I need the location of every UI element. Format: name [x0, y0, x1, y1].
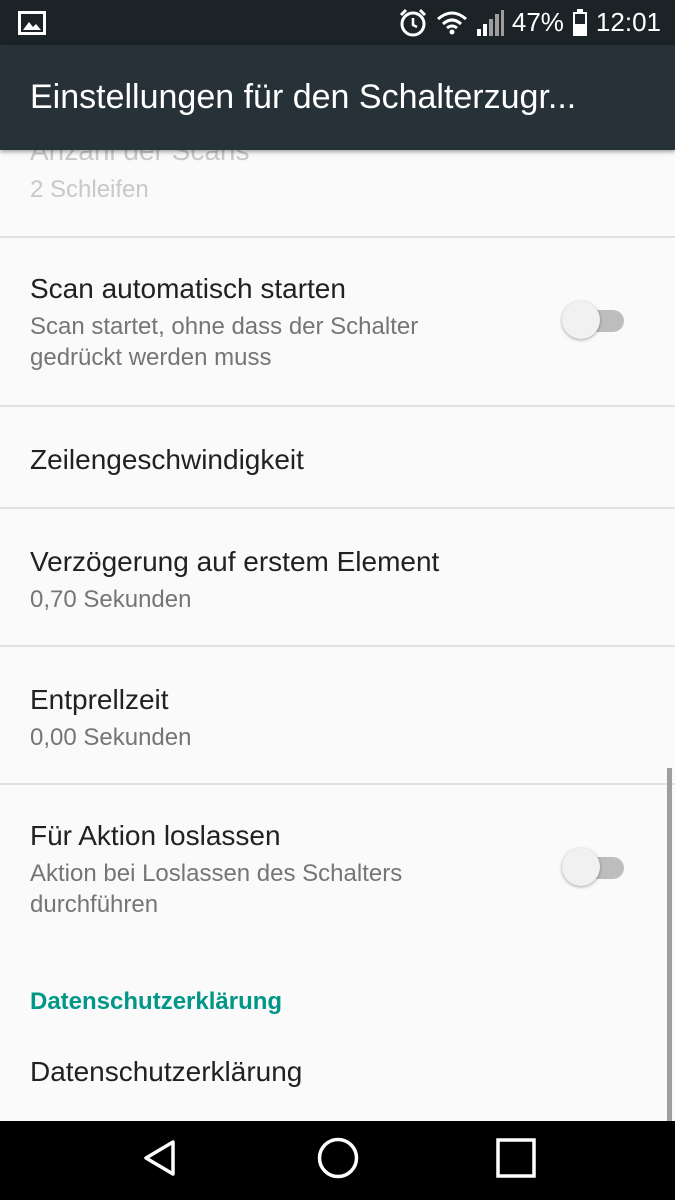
pref-action-on-release-title: Für Aktion loslassen [30, 820, 281, 851]
settings-list[interactable]: Anzahl der Scans 2 Schleifen Scan automa… [0, 150, 675, 1121]
battery-icon [572, 8, 588, 37]
home-button[interactable] [288, 1121, 388, 1200]
battery-percent: 47% [511, 7, 564, 37]
pref-privacy-policy[interactable]: Datenschutzerklärung [0, 1030, 675, 1121]
pref-first-item-delay-summary: 0,70 Sekunden [30, 586, 192, 613]
pref-action-on-release-summary: Aktion bei Loslassen des Schalters durch… [30, 860, 403, 918]
pref-auto-start[interactable]: Scan automatisch starten Scan startet, o… [0, 238, 675, 406]
pref-first-item-delay-title: Verzögerung auf erstem Element [30, 546, 440, 577]
pref-action-on-release[interactable]: Für Aktion loslassen Aktion bei Loslasse… [0, 785, 675, 955]
scrollbar[interactable] [667, 768, 672, 1121]
pref-scan-count-summary: 2 Schleifen [30, 176, 149, 203]
status-bar: 47% 12:01 [0, 0, 675, 45]
wifi-icon [436, 10, 468, 36]
pref-scan-count-title: Anzahl der Scans [30, 150, 250, 166]
pref-scan-count[interactable]: Anzahl der Scans 2 Schleifen [0, 150, 675, 237]
signal-icon [476, 9, 504, 37]
recents-icon [496, 1138, 536, 1183]
pref-debounce-title: Entprellzeit [30, 684, 169, 715]
switch-thumb [562, 848, 600, 886]
pref-privacy-policy-title: Datenschutzerklärung [30, 1056, 303, 1087]
switch-thumb [562, 301, 600, 339]
nav-bar [0, 1121, 675, 1200]
gallery-icon [18, 11, 46, 35]
action-on-release-switch[interactable] [562, 847, 626, 887]
pref-auto-start-title: Scan automatisch starten [30, 273, 346, 304]
back-button[interactable] [110, 1121, 210, 1200]
auto-start-switch[interactable] [562, 300, 626, 340]
back-icon [140, 1138, 180, 1183]
pref-line-speed[interactable]: Zeilengeschwindigkeit [0, 407, 675, 507]
home-icon [317, 1137, 359, 1184]
category-privacy: Datenschutzerklärung [30, 988, 283, 1015]
pref-debounce-summary: 0,00 Sekunden [30, 724, 192, 751]
alarm-icon [398, 8, 428, 38]
page-title: Einstellungen für den Schalterzugr... [30, 78, 577, 116]
clock: 12:01 [595, 7, 661, 37]
app-bar: Einstellungen für den Schalterzugr... [0, 45, 675, 150]
pref-debounce[interactable]: Entprellzeit 0,00 Sekunden [0, 647, 675, 783]
pref-auto-start-summary: Scan startet, ohne dass der Schalter ged… [30, 313, 419, 371]
pref-first-item-delay[interactable]: Verzögerung auf erstem Element 0,70 Seku… [0, 509, 675, 645]
recents-button[interactable] [466, 1121, 566, 1200]
pref-line-speed-title: Zeilengeschwindigkeit [30, 444, 304, 475]
